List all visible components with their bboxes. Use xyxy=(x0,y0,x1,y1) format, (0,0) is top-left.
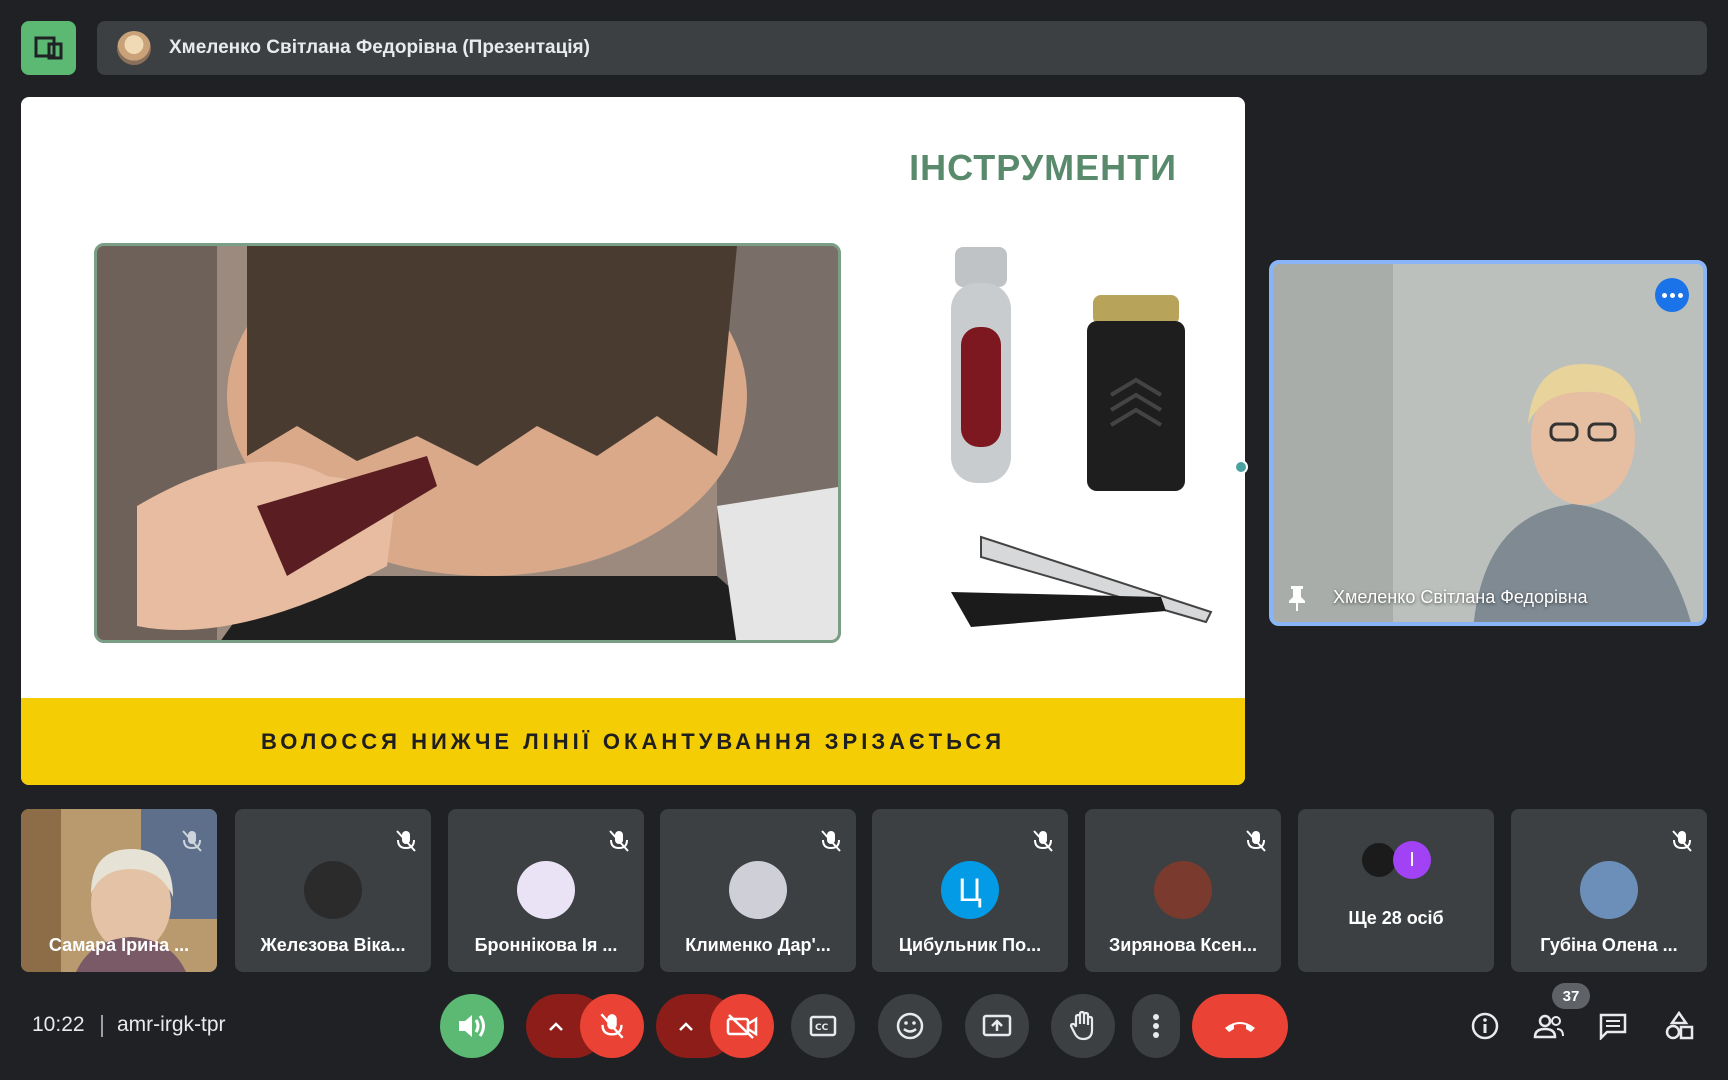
mic-toggle-button[interactable] xyxy=(580,994,644,1058)
avatar-initial: Ц xyxy=(941,861,999,919)
presentation-slide: ІНСТРУМЕНТИ ВОЛОССЯ НИЖЧЕ ЛІНІЇ ОКАНТУВА… xyxy=(21,97,1245,785)
participant-name: Броннікова Ія ... xyxy=(474,935,618,955)
layout-icon xyxy=(34,36,62,60)
mic-off-icon xyxy=(1033,830,1053,852)
chevron-up-icon xyxy=(679,1022,693,1031)
people-button[interactable] xyxy=(1526,1003,1572,1049)
presentation-title: Хмеленко Світлана Федорівна (Презентація… xyxy=(169,37,590,58)
mic-off-icon xyxy=(600,1013,624,1039)
meeting-code: amr-irgk-tpr xyxy=(117,1013,226,1036)
more-participants-tile[interactable]: І Ще 28 осіб xyxy=(1298,809,1494,972)
avatar xyxy=(1580,861,1638,919)
participant-tile[interactable]: Клименко Дар'... xyxy=(660,809,856,972)
meet-window: Хмеленко Світлана Федорівна (Презентація… xyxy=(0,0,1728,1080)
hand-icon xyxy=(1069,1010,1094,1041)
trimmer-image xyxy=(951,247,1011,483)
shaver-image xyxy=(1087,295,1185,491)
presentation-banner: Хмеленко Світлана Федорівна (Презентація… xyxy=(97,21,1707,75)
chat-icon xyxy=(1599,1013,1627,1040)
avatar xyxy=(304,861,362,919)
reactions-button[interactable] xyxy=(878,994,942,1058)
mic-off-icon xyxy=(609,830,629,852)
participant-tile[interactable]: Ц Цибульник По... xyxy=(872,809,1068,972)
camera-toggle-button[interactable] xyxy=(710,994,774,1058)
avatar xyxy=(117,31,151,65)
presenter-name: Хмеленко Світлана Федорівна xyxy=(1333,587,1588,607)
more-participants-label: Ще 28 осіб xyxy=(1348,908,1444,928)
avatar-initial: І xyxy=(1393,841,1431,879)
avatar xyxy=(1154,861,1212,919)
more-options-button[interactable] xyxy=(1132,994,1180,1058)
participant-name: Самара Ірина ... xyxy=(48,935,190,955)
participant-tile[interactable]: Самара Ірина ... xyxy=(21,809,217,972)
speaking-indicator-icon xyxy=(1655,278,1689,312)
chevron-up-icon xyxy=(549,1022,563,1031)
divider xyxy=(101,1015,103,1037)
raise-hand-button[interactable] xyxy=(1051,994,1115,1058)
pin-icon[interactable] xyxy=(1285,584,1309,612)
avatar xyxy=(517,861,575,919)
leave-call-button[interactable] xyxy=(1192,994,1288,1058)
presenter-tile[interactable]: Хмеленко Світлана Федорівна xyxy=(1269,260,1707,626)
slide-caption: ВОЛОССЯ НИЖЧЕ ЛІНІЇ ОКАНТУВАННЯ ЗРІЗАЄТЬ… xyxy=(260,728,1006,754)
camera-off-icon xyxy=(726,1014,758,1039)
mic-off-icon xyxy=(821,830,841,852)
participant-name: Зирянова Ксен... xyxy=(1109,935,1257,955)
participant-tile[interactable]: Зирянова Ксен... xyxy=(1085,809,1281,972)
mic-off-icon xyxy=(182,830,202,852)
participant-tile[interactable]: Броннікова Ія ... xyxy=(448,809,644,972)
mic-off-icon xyxy=(1246,830,1266,852)
participant-tile[interactable]: Желєзова Віка... xyxy=(235,809,431,972)
hang-up-icon xyxy=(1225,1022,1255,1032)
slide-photo xyxy=(94,243,841,643)
emoji-icon xyxy=(896,1012,924,1040)
captions-icon: CC xyxy=(809,1015,837,1037)
chat-button[interactable] xyxy=(1590,1003,1636,1049)
presenter-video xyxy=(1273,264,1703,622)
avatar xyxy=(729,861,787,919)
people-icon xyxy=(1533,1014,1564,1039)
activities-icon xyxy=(1665,1011,1694,1040)
slide-heading: ІНСТРУМЕНТИ xyxy=(909,147,1177,188)
razor-image xyxy=(951,535,1213,627)
captions-button[interactable]: CC xyxy=(791,994,855,1058)
pointer-dot xyxy=(1234,460,1248,474)
participant-name: Клименко Дар'... xyxy=(685,935,831,955)
participant-name: Губіна Олена ... xyxy=(1540,935,1678,955)
participant-tile[interactable]: Губіна Олена ... xyxy=(1511,809,1707,972)
layout-button[interactable] xyxy=(21,21,76,75)
volume-icon xyxy=(459,1015,485,1037)
present-icon xyxy=(982,1014,1012,1037)
slide-caption-banner: ВОЛОССЯ НИЖЧЕ ЛІНІЇ ОКАНТУВАННЯ ЗРІЗАЄТЬ… xyxy=(21,698,1245,785)
audio-output-button[interactable] xyxy=(440,994,504,1058)
mic-off-icon xyxy=(1672,830,1692,852)
mic-off-icon xyxy=(396,830,416,852)
svg-text:CC: CC xyxy=(815,1023,829,1033)
info-icon xyxy=(1471,1012,1499,1040)
participant-name: Желєзова Віка... xyxy=(260,935,406,955)
participant-name: Цибульник По... xyxy=(898,935,1042,955)
present-screen-button[interactable] xyxy=(965,994,1029,1058)
activities-button[interactable] xyxy=(1656,1003,1702,1049)
more-vert-icon xyxy=(1153,1014,1159,1038)
meeting-time: 10:22 xyxy=(32,1013,85,1036)
meeting-details-button[interactable] xyxy=(1462,1003,1508,1049)
